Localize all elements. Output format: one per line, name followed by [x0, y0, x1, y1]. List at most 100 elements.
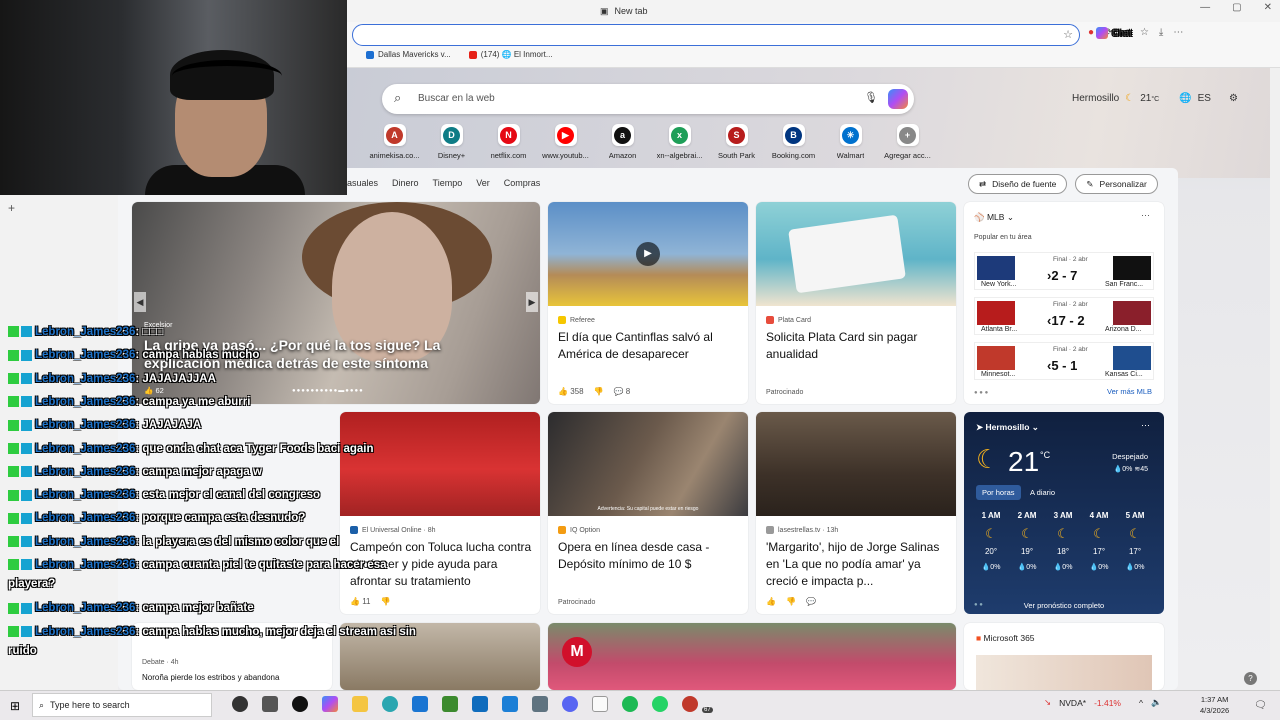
- widgets-icon[interactable]: [262, 696, 278, 712]
- quicklink-item[interactable]: Nnetflix.com: [480, 124, 537, 160]
- edge-icon[interactable]: [382, 696, 398, 712]
- carousel-prev-icon[interactable]: ◀: [134, 292, 146, 312]
- dislike-icon[interactable]: 👎: [594, 387, 604, 396]
- mlb-pager-dots[interactable]: ● ● ●: [974, 390, 988, 396]
- weather-pager-dots[interactable]: ● ●: [974, 602, 983, 608]
- outlook-icon[interactable]: [472, 696, 488, 712]
- personalize-button[interactable]: ✎ Personalizar: [1075, 174, 1158, 194]
- microphone-icon[interactable]: 🎙: [864, 91, 878, 104]
- settings-gear-icon[interactable]: ⚙: [1229, 93, 1238, 104]
- article-card[interactable]: Advertencia: Su capital puede estar en r…: [548, 412, 748, 614]
- like-icon[interactable]: 👍: [766, 597, 776, 606]
- carousel-dots[interactable]: ●●●●●●●●●●▬●●●●: [292, 388, 364, 394]
- mlb-game-row[interactable]: Final · 2 abr ›2 - 7 New York... San Franc.…: [974, 252, 1154, 290]
- mlb-more-link[interactable]: Ver más MLB: [1107, 387, 1152, 396]
- more-options-icon[interactable]: ⋯: [1141, 210, 1150, 221]
- feed-nav-item[interactable]: asuales: [347, 178, 378, 188]
- chat-button[interactable]: Chat: [1096, 26, 1132, 40]
- tab-daily[interactable]: A diario: [1024, 485, 1061, 500]
- more-options-icon[interactable]: ⋯: [1141, 420, 1150, 431]
- web-search-box[interactable]: ⌕ Buscar en la web 🎙: [382, 84, 914, 114]
- article-card[interactable]: ▶ Referee El día que Cantinflas salvó al…: [548, 202, 748, 404]
- store-icon[interactable]: [412, 696, 428, 712]
- feed-nav-item[interactable]: Ver: [476, 178, 490, 188]
- minimize-icon[interactable]: —: [1200, 2, 1210, 13]
- microsoft-logo-icon: ■: [976, 633, 982, 643]
- volume-icon[interactable]: 🔈: [1151, 697, 1162, 708]
- language-label[interactable]: ES: [1198, 93, 1211, 104]
- help-icon[interactable]: ?: [1244, 672, 1257, 685]
- like-button[interactable]: 👍 358: [558, 387, 584, 396]
- whatsapp-icon[interactable]: [652, 696, 668, 712]
- spotify-icon[interactable]: [622, 696, 638, 712]
- mlb-game-row[interactable]: Final · 2 abr ‹17 - 2 Atlanta Br... Arizona…: [974, 297, 1154, 335]
- quicklink-item[interactable]: ▶ www.youtub...: [537, 124, 594, 160]
- feed-nav-item[interactable]: Compras: [504, 178, 541, 188]
- quicklink-item[interactable]: B Booking.com: [765, 124, 822, 160]
- weather-card[interactable]: ➤ Hermosillo ⌄ ⋯ ☾ 21 °C Despejado 💧0% ≋…: [964, 412, 1164, 614]
- quicklink-item[interactable]: D Disney+: [423, 124, 480, 160]
- copilot-icon[interactable]: [888, 89, 908, 109]
- chat-message: Lebron_James236: JAJAJAJA: [8, 418, 201, 432]
- stock-ticker[interactable]: NVDA*: [1059, 698, 1086, 708]
- notepad-icon[interactable]: [592, 696, 608, 712]
- dislike-icon[interactable]: 👎: [381, 597, 391, 606]
- quicklink-item[interactable]: Aanimekisa.co...: [366, 124, 423, 160]
- feed-nav-item[interactable]: Tiempo: [433, 178, 463, 188]
- mlb-game-row[interactable]: Final · 2 abr ‹5 - 1 Minnesot... Kansas Ci.…: [974, 342, 1154, 380]
- comment-icon[interactable]: 💬: [806, 597, 816, 606]
- weather-widget-header[interactable]: Hermosillo ☾ 21°C 🌐 ES ⚙: [1072, 93, 1238, 104]
- bookmark-item[interactable]: Dallas Mavericks v...: [366, 50, 451, 59]
- tab-hourly[interactable]: Por horas: [976, 485, 1021, 500]
- taskbar-clock[interactable]: 1:37 AM 4/3/2026: [1200, 694, 1229, 716]
- xbox-icon[interactable]: [292, 696, 308, 712]
- copilot-icon[interactable]: [322, 696, 338, 712]
- favorites-icon[interactable]: ☆: [1140, 27, 1149, 38]
- page-scrollbar[interactable]: [1270, 68, 1280, 690]
- hero-reactions[interactable]: 👍 62: [144, 386, 164, 395]
- weather-card-header[interactable]: ➤ Hermosillo ⌄: [976, 422, 1039, 433]
- notifications-icon[interactable]: 🗨: [1254, 700, 1267, 711]
- taskbar-search[interactable]: ⌕ Type here to search: [32, 693, 212, 717]
- article-card[interactable]: lasestrellas.tv · 13h 'Margarito', hijo …: [756, 412, 956, 614]
- microsoft365-card[interactable]: ■ Microsoft 365: [964, 623, 1164, 690]
- feed-design-button[interactable]: ⇄ Diseño de fuente: [968, 174, 1068, 194]
- article-card[interactable]: Plata Card Solicita Plata Card sin pagar…: [756, 202, 956, 404]
- full-forecast-link[interactable]: Ver pronóstico completo: [964, 601, 1164, 610]
- more-menu-icon[interactable]: ⋯: [1173, 27, 1183, 38]
- quicklink-item[interactable]: a Amazon: [594, 124, 651, 160]
- task-view-icon[interactable]: [232, 696, 248, 712]
- favorite-star-icon[interactable]: ☆: [1063, 28, 1073, 41]
- add-icon[interactable]: +: [8, 201, 15, 215]
- tab-new-tab[interactable]: ▣ New tab: [600, 0, 648, 22]
- youtube-icon: [468, 50, 477, 59]
- quicklink-item[interactable]: S South Park: [708, 124, 765, 160]
- app-icon[interactable]: [532, 696, 548, 712]
- downloads-icon[interactable]: ⤓: [1159, 27, 1163, 38]
- comment-button[interactable]: 💬 8: [614, 387, 631, 396]
- play-icon[interactable]: ▶: [636, 242, 660, 266]
- vscode-icon[interactable]: [502, 696, 518, 712]
- mlb-header[interactable]: ⚾ MLB ⌄: [974, 212, 1014, 223]
- dislike-icon[interactable]: 👎: [786, 597, 796, 606]
- like-button[interactable]: 👍 11: [350, 597, 371, 606]
- article-card[interactable]: M: [548, 623, 956, 690]
- minecraft-icon[interactable]: [442, 696, 458, 712]
- address-bar[interactable]: ☆: [352, 24, 1080, 46]
- file-explorer-icon[interactable]: [352, 696, 368, 712]
- quicklink-item[interactable]: x xn--algebrai...: [651, 124, 708, 160]
- globe-icon[interactable]: 🌐: [1179, 93, 1191, 104]
- quicklink-item[interactable]: + Agregar acc...: [879, 124, 936, 160]
- bookmark-item[interactable]: (174) 🌐 El Inmort...: [468, 50, 553, 59]
- windows-start-icon[interactable]: ⊞: [10, 699, 20, 713]
- quicklink-item[interactable]: ✳ Walmart: [822, 124, 879, 160]
- adblock-icon[interactable]: ●: [1088, 27, 1094, 38]
- close-icon[interactable]: ✕: [1264, 2, 1272, 13]
- carousel-next-icon[interactable]: ▶: [526, 292, 538, 312]
- maximize-icon[interactable]: ▢: [1232, 2, 1241, 13]
- feed-nav-item[interactable]: Dinero: [392, 178, 419, 188]
- tray-overflow-icon[interactable]: ^: [1139, 698, 1143, 708]
- discord-icon[interactable]: [562, 696, 578, 712]
- app-red-icon[interactable]: [682, 696, 698, 712]
- quicklink-label: Amazon: [608, 151, 637, 160]
